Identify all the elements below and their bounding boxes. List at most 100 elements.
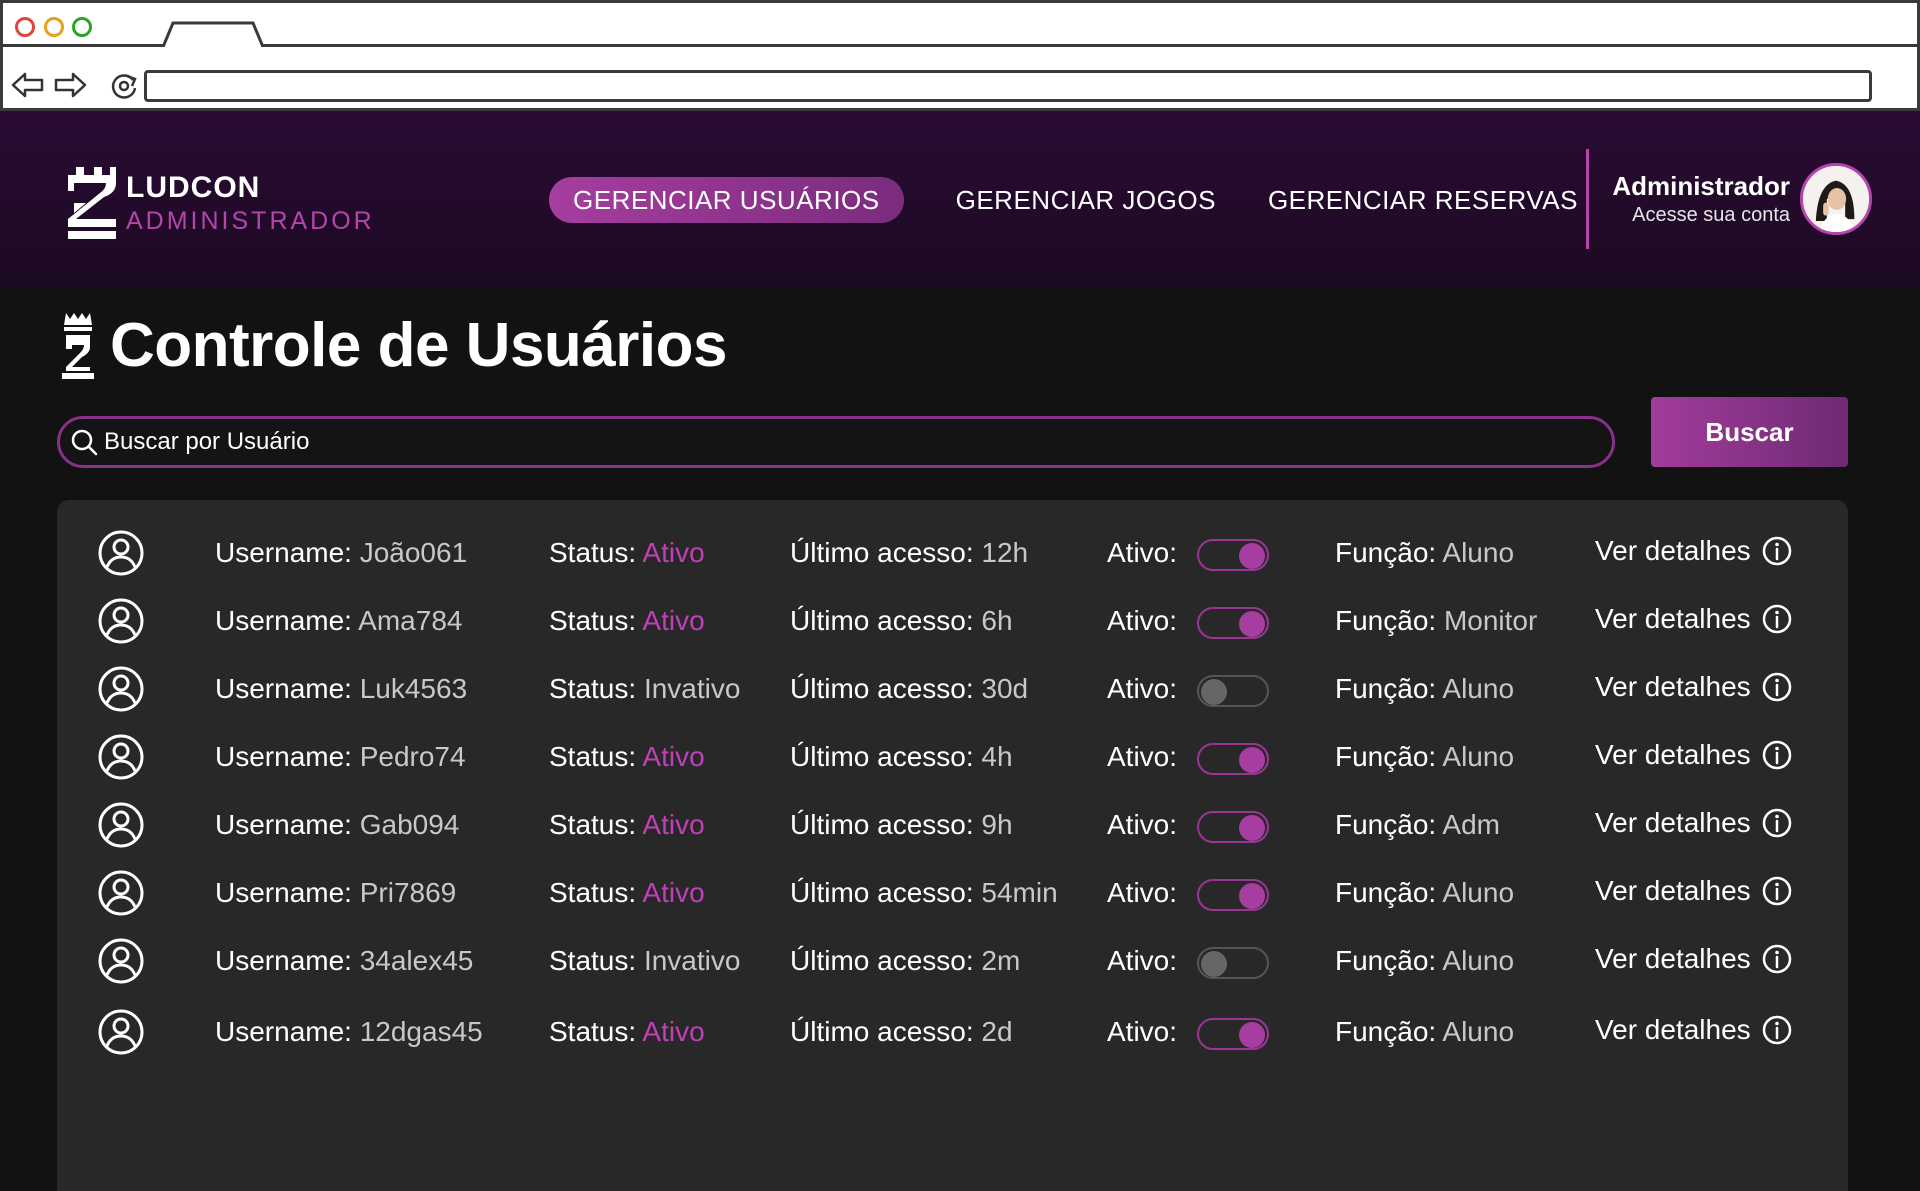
role-label: Função:: [1335, 877, 1437, 908]
search-input[interactable]: [104, 428, 1504, 456]
status-cell: Status: Invativo: [549, 943, 740, 979]
main-nav: GERENCIAR USUÁRIOS GERENCIAR JOGOS GEREN…: [549, 177, 1602, 223]
view-details-link[interactable]: Ver detalhes: [1595, 943, 1793, 975]
last-access-cell: Último acesso: 4h: [790, 739, 1013, 775]
username-label: Username:: [215, 877, 352, 908]
active-toggle[interactable]: [1197, 607, 1269, 639]
view-details-link[interactable]: Ver detalhes: [1595, 1014, 1793, 1046]
username-label: Username:: [215, 673, 352, 704]
active-toggle[interactable]: [1197, 947, 1269, 979]
active-toggle[interactable]: [1197, 743, 1269, 775]
view-details-link[interactable]: Ver detalhes: [1595, 671, 1793, 703]
status-cell: Status: Invativo: [549, 671, 740, 707]
nav-manage-users[interactable]: GERENCIAR USUÁRIOS: [549, 177, 904, 223]
active-label: Ativo:: [1107, 809, 1178, 840]
search-button[interactable]: Buscar: [1651, 397, 1848, 467]
table-row: Username: Luk4563 Status: Invativo Últim…: [57, 659, 1848, 719]
forward-arrow-icon[interactable]: [53, 71, 87, 99]
last-access-value: 2d: [981, 1016, 1013, 1047]
username-value: 34alex45: [359, 945, 474, 976]
username-cell: Username: Pri7869: [215, 875, 456, 911]
status-label: Status:: [549, 673, 637, 704]
last-access-value: 54min: [981, 877, 1058, 908]
active-label: Ativo:: [1107, 877, 1178, 908]
view-details-link[interactable]: Ver detalhes: [1595, 535, 1793, 567]
page-title: Controle de Usuários: [110, 311, 728, 380]
last-access-value: 30d: [981, 673, 1029, 704]
username-label: Username:: [215, 537, 352, 568]
view-details-link[interactable]: Ver detalhes: [1595, 807, 1793, 839]
role-value: Aluno: [1442, 945, 1515, 976]
user-avatar-icon: [98, 734, 144, 780]
status-label: Status:: [549, 945, 637, 976]
user-avatar-icon: [98, 870, 144, 916]
last-access-cell: Último acesso: 30d: [790, 671, 1028, 707]
role-cell: Função: Aluno: [1335, 671, 1514, 707]
active-label: Ativo:: [1107, 1016, 1178, 1047]
username-value: Ama784: [358, 605, 463, 636]
username-label: Username:: [215, 809, 352, 840]
maximize-window-button[interactable]: [72, 17, 92, 37]
status-cell: Status: Ativo: [549, 807, 705, 843]
avatar[interactable]: [1800, 163, 1872, 235]
status-cell: Status: Ativo: [549, 535, 705, 571]
view-details-label: Ver detalhes: [1595, 1014, 1751, 1045]
reload-icon[interactable]: [109, 71, 139, 101]
status-label: Status:: [549, 741, 637, 772]
ludcon-logo[interactable]: LUDCON ADMINISTRADOR: [64, 163, 375, 243]
admin-subtitle: Acesse sua conta: [1632, 204, 1790, 226]
info-icon: [1762, 944, 1791, 974]
role-value: Aluno: [1442, 673, 1515, 704]
role-label: Função:: [1335, 605, 1437, 636]
status-value: Ativo: [642, 605, 705, 636]
minimize-window-button[interactable]: [44, 17, 64, 37]
username-cell: Username: Gab094: [215, 807, 459, 843]
nav-manage-reservations[interactable]: GERENCIAR RESERVAS: [1244, 177, 1602, 223]
username-cell: Username: Pedro74: [215, 739, 466, 775]
active-toggle[interactable]: [1197, 879, 1269, 911]
close-window-button[interactable]: [15, 17, 35, 37]
username-cell: Username: 34alex45: [215, 943, 473, 979]
active-label: Ativo:: [1107, 605, 1178, 636]
view-details-link[interactable]: Ver detalhes: [1595, 603, 1793, 635]
active-toggle[interactable]: [1197, 675, 1269, 707]
user-avatar-icon: [98, 666, 144, 712]
toggle-knob: [1239, 883, 1265, 909]
browser-tab[interactable]: [161, 21, 265, 47]
role-cell: Função: Aluno: [1335, 875, 1514, 911]
view-details-link[interactable]: Ver detalhes: [1595, 875, 1793, 907]
avatar-portrait-icon: [1803, 166, 1869, 232]
role-cell: Função: Aluno: [1335, 943, 1514, 979]
address-bar[interactable]: [144, 70, 1872, 102]
active-label: Ativo:: [1107, 673, 1178, 704]
active-toggle[interactable]: [1197, 811, 1269, 843]
admin-account[interactable]: Administrador Acesse sua conta: [1600, 171, 1790, 227]
role-value: Aluno: [1442, 1016, 1515, 1047]
username-value: 12dgas45: [359, 1016, 483, 1047]
toggle-knob: [1239, 543, 1265, 569]
view-details-label: Ver detalhes: [1595, 535, 1751, 566]
logo-subtitle: ADMINISTRADOR: [126, 206, 375, 235]
header-divider: [1586, 149, 1589, 249]
view-details-link[interactable]: Ver detalhes: [1595, 739, 1793, 771]
active-toggle[interactable]: [1197, 1018, 1269, 1050]
view-details-label: Ver detalhes: [1595, 671, 1751, 702]
nav-manage-games[interactable]: GERENCIAR JOGOS: [932, 177, 1240, 223]
last-access-label: Último acesso:: [790, 809, 974, 840]
role-cell: Função: Aluno: [1335, 535, 1514, 571]
status-value: Invativo: [643, 945, 741, 976]
user-avatar-icon: [98, 802, 144, 848]
last-access-value: 6h: [981, 605, 1013, 636]
admin-name: Administrador: [1612, 171, 1790, 201]
last-access-value: 4h: [981, 741, 1013, 772]
role-label: Função:: [1335, 809, 1437, 840]
back-arrow-icon[interactable]: [11, 71, 45, 99]
status-label: Status:: [549, 877, 637, 908]
active-toggle[interactable]: [1197, 539, 1269, 571]
status-cell: Status: Ativo: [549, 875, 705, 911]
table-row: Username: Pedro74 Status: Ativo Último a…: [57, 727, 1848, 787]
logo-title: LUDCON: [126, 170, 261, 204]
active-label: Ativo:: [1107, 537, 1178, 568]
status-value: Ativo: [642, 809, 705, 840]
role-cell: Função: Monitor: [1335, 603, 1537, 639]
